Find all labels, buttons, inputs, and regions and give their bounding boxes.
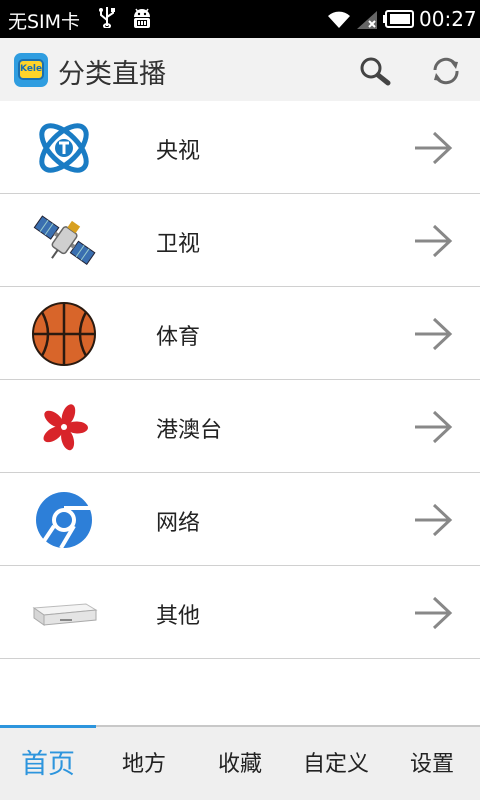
tab-custom[interactable]: 自定义 [288, 727, 384, 800]
set-top-box-icon [30, 580, 98, 646]
category-list: 央视 卫视 体育 港澳台 网络 其他 [0, 101, 480, 659]
tab-favorites[interactable]: 收藏 [192, 727, 288, 800]
wifi-icon [326, 9, 352, 33]
search-icon [360, 57, 391, 86]
bauhinia-flower-icon [30, 394, 98, 460]
refresh-icon [433, 57, 459, 85]
category-label: 网络 [156, 511, 201, 536]
refresh-button[interactable] [426, 52, 466, 90]
basketball-icon [30, 301, 98, 367]
carrier-text: 无SIM卡 [8, 11, 81, 33]
list-item-sports[interactable]: 体育 [0, 287, 480, 380]
debug-android-icon [131, 7, 153, 35]
app-logo-text: Kele [18, 59, 44, 80]
tab-local[interactable]: 地方 [96, 727, 192, 800]
search-button[interactable] [356, 52, 396, 90]
satellite-icon [30, 208, 98, 274]
status-bar: 无SIM卡 00:27 [0, 0, 480, 38]
list-item-satellite-tv[interactable]: 卫视 [0, 194, 480, 287]
list-item-other[interactable]: 其他 [0, 566, 480, 659]
action-bar: Kele 分类直播 [0, 38, 480, 102]
clock-time: 00:27 [419, 7, 477, 31]
category-label: 卫视 [156, 232, 201, 257]
category-label: 其他 [156, 604, 201, 629]
category-label: 体育 [156, 325, 201, 350]
arrow-right-icon [412, 222, 454, 260]
list-item-hk-macau-tw[interactable]: 港澳台 [0, 380, 480, 473]
arrow-right-icon [412, 594, 454, 632]
chrome-globe-icon [30, 487, 98, 553]
signal-icon [355, 10, 379, 34]
arrow-right-icon [412, 129, 454, 167]
cctv-logo-icon [30, 115, 98, 181]
arrow-right-icon [412, 501, 454, 539]
category-label: 港澳台 [156, 418, 223, 443]
arrow-right-icon [412, 408, 454, 446]
app-logo-icon: Kele [14, 53, 48, 87]
battery-icon [383, 10, 415, 32]
bottom-navigation: 首页 地方 收藏 自定义 设置 [0, 725, 480, 800]
usb-icon [98, 6, 116, 33]
tab-settings[interactable]: 设置 [384, 727, 480, 800]
category-label: 央视 [156, 139, 201, 164]
list-item-internet[interactable]: 网络 [0, 473, 480, 566]
tab-home[interactable]: 首页 [0, 727, 96, 800]
list-item-cctv[interactable]: 央视 [0, 101, 480, 194]
page-title: 分类直播 [58, 59, 166, 90]
arrow-right-icon [412, 315, 454, 353]
